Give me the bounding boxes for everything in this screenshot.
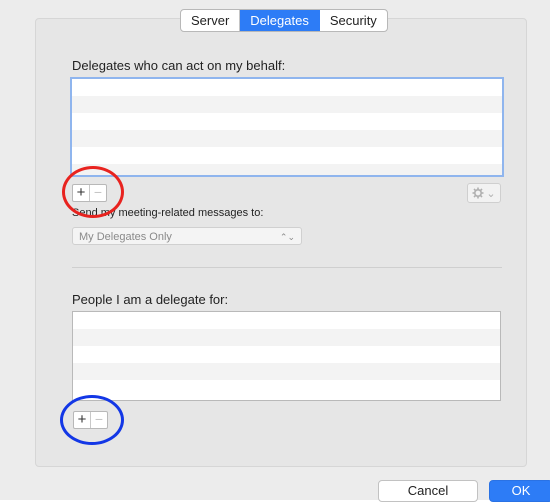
delegates-add-remove: + − [72,184,107,202]
delegates-list[interactable] [70,77,504,177]
add-delegate-for-button[interactable]: + [74,412,90,428]
list-row [73,363,500,380]
cancel-button[interactable]: Cancel [378,480,478,502]
select-value: My Delegates Only [79,231,172,243]
gear-icon [472,187,484,199]
list-row [72,79,502,96]
delegates-dialog: Server Delegates Security Delegates who … [0,0,550,502]
list-row [72,147,502,164]
remove-delegate-for-button[interactable]: − [90,412,107,428]
list-row [73,380,500,397]
send-messages-select[interactable]: My Delegates Only ⌃⌄ [72,227,302,245]
list-row [73,329,500,346]
list-row [72,96,502,113]
updown-arrows-icon: ⌃⌄ [279,232,295,242]
tab-delegates[interactable]: Delegates [240,10,320,31]
delegate-for-list-label: People I am a delegate for: [72,292,229,307]
list-row [72,113,502,130]
add-delegate-button[interactable]: + [73,185,89,201]
chevron-down-icon: ⌄ [486,187,496,200]
section-divider [72,267,502,268]
delegate-for-list[interactable] [72,311,501,401]
send-messages-label: Send my meeting-related messages to: [72,207,264,219]
list-row [73,312,500,329]
gear-menu-button[interactable]: ⌄ [467,183,501,203]
ok-button[interactable]: OK [489,480,550,502]
list-row [73,346,500,363]
segmented-tabs: Server Delegates Security [180,9,388,32]
tab-server[interactable]: Server [181,10,241,31]
list-row [72,164,502,175]
delegate-for-add-remove: + − [73,411,108,429]
list-row [72,130,502,147]
delegates-list-label: Delegates who can act on my behalf: [72,58,286,73]
remove-delegate-button[interactable]: − [89,185,106,201]
tab-security[interactable]: Security [320,10,387,31]
